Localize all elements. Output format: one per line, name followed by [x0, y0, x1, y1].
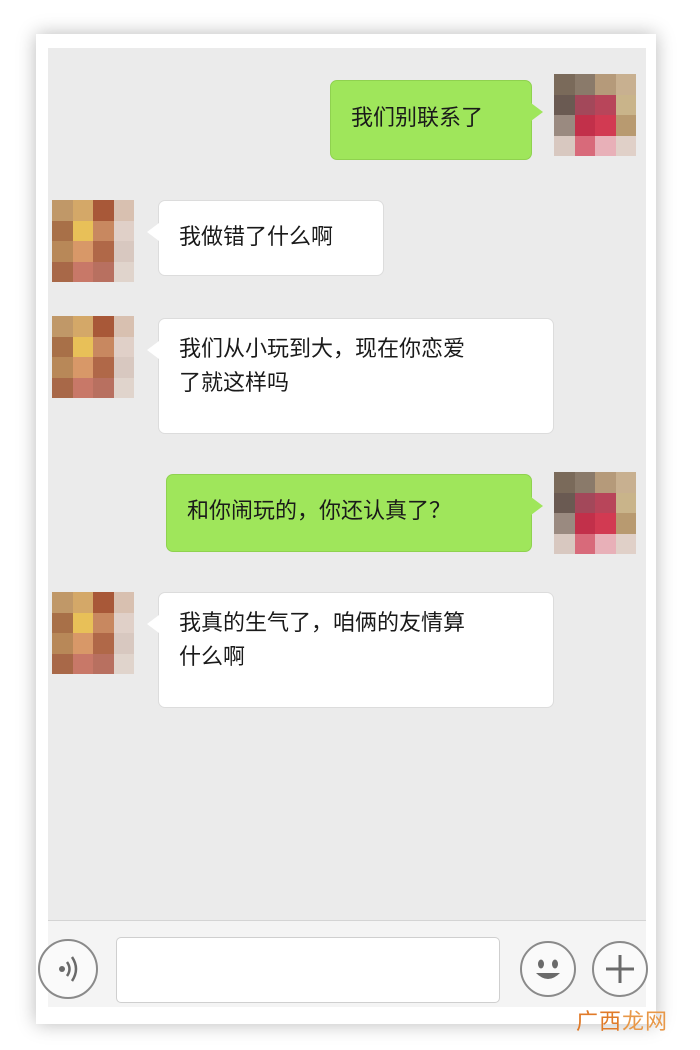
- message-input[interactable]: [116, 937, 500, 1003]
- message-bubble-sent[interactable]: 和你闹玩的，你还认真了？: [166, 474, 543, 552]
- message-line: 我真的生气了，咱俩的友情算: [179, 611, 466, 636]
- watermark-text: 龙网: [621, 1010, 668, 1035]
- plus-button[interactable]: [592, 941, 648, 997]
- voice-icon: [59, 956, 78, 982]
- voice-button[interactable]: [38, 939, 98, 999]
- watermark-text: 广西: [575, 1010, 622, 1035]
- emoji-button[interactable]: [520, 941, 576, 997]
- chat-area[interactable]: 我们别联系了 我做错了什么啊 我们从小玩到大，现在你恋爱 了就这样吗 和你闹玩的…: [48, 48, 646, 920]
- my-avatar[interactable]: [554, 74, 636, 156]
- message-bubble-sent[interactable]: 我们别联系了: [330, 80, 543, 160]
- emoji-icon: [536, 959, 560, 979]
- message-line: 我们从小玩到大，现在你恋爱: [179, 337, 466, 362]
- message-line: 什么啊: [179, 645, 246, 670]
- watermark-logo: 广西龙网: [576, 1004, 668, 1036]
- message-bubble-received[interactable]: 我们从小玩到大，现在你恋爱 了就这样吗: [147, 318, 554, 434]
- message-bubble-received[interactable]: 我做错了什么啊: [147, 200, 384, 276]
- input-bar: [38, 920, 648, 1007]
- message-bubble-received[interactable]: 我真的生气了，咱俩的友情算 什么啊: [147, 592, 554, 708]
- friend-avatar[interactable]: [52, 200, 134, 282]
- message-line: 了就这样吗: [179, 371, 290, 396]
- plus-icon: [606, 955, 634, 983]
- friend-avatar[interactable]: [52, 316, 134, 398]
- my-avatar[interactable]: [554, 472, 636, 554]
- friend-avatar[interactable]: [52, 592, 134, 674]
